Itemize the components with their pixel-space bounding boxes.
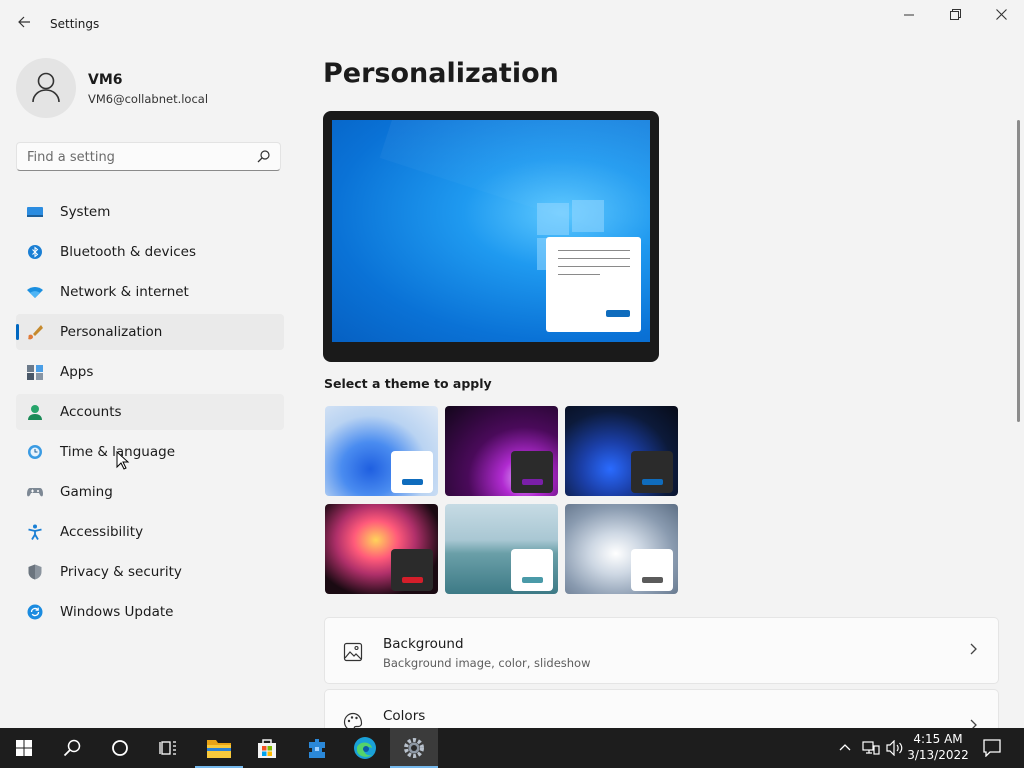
maximize-button[interactable] bbox=[932, 4, 978, 28]
desktop-preview bbox=[332, 120, 650, 342]
sidebar-item-windows-update[interactable]: Windows Update bbox=[16, 594, 284, 630]
start-button[interactable] bbox=[0, 728, 48, 768]
azure-devops-button[interactable] bbox=[293, 728, 341, 768]
avatar bbox=[16, 58, 76, 118]
system-clock[interactable]: 4:15 AM 3/13/2022 bbox=[900, 731, 976, 763]
sidebar-item-apps[interactable]: Apps bbox=[16, 354, 284, 390]
windows-start-icon bbox=[16, 740, 32, 756]
card-title: Colors bbox=[383, 708, 426, 724]
search-input[interactable] bbox=[27, 148, 247, 166]
card-subtitle: Background image, color, slideshow bbox=[383, 656, 591, 670]
system-icon bbox=[27, 207, 43, 217]
scrollbar[interactable] bbox=[1017, 120, 1020, 422]
time-language-icon bbox=[28, 445, 42, 459]
task-view-icon bbox=[159, 741, 176, 755]
theme-thumbnail-flow[interactable] bbox=[565, 504, 678, 594]
edge-browser-button[interactable] bbox=[341, 728, 389, 768]
notification-icon[interactable] bbox=[983, 739, 1001, 757]
theme-thumbnail-dark-bloom[interactable] bbox=[565, 406, 678, 496]
selected-indicator bbox=[16, 324, 19, 340]
settings-taskbar-button[interactable] bbox=[390, 728, 438, 768]
search-icon[interactable] bbox=[257, 150, 270, 163]
theme-gallery bbox=[325, 406, 685, 596]
accessibility-icon bbox=[28, 524, 42, 540]
theme-preview bbox=[323, 111, 659, 362]
sidebar-item-gaming[interactable]: Gaming bbox=[16, 474, 284, 510]
profile-name: VM6 bbox=[88, 72, 123, 88]
wifi-icon bbox=[27, 287, 43, 298]
theme-thumbnail-glow[interactable] bbox=[445, 406, 558, 496]
sidebar-nav: System Bluetooth & devices Network & int… bbox=[16, 194, 284, 634]
minimize-button[interactable] bbox=[886, 4, 932, 28]
search-icon bbox=[63, 739, 81, 757]
apps-icon bbox=[27, 365, 43, 380]
update-icon bbox=[27, 604, 43, 620]
network-icon[interactable] bbox=[862, 740, 880, 756]
bluetooth-icon bbox=[28, 245, 42, 259]
palette-icon bbox=[343, 712, 363, 728]
gamepad-icon bbox=[27, 488, 43, 497]
cortana-icon bbox=[112, 740, 128, 756]
chevron-up-icon[interactable] bbox=[838, 741, 852, 755]
app-title: Settings bbox=[50, 17, 100, 31]
profile-email: VM6@collabnet.local bbox=[88, 92, 209, 106]
clock-date: 3/13/2022 bbox=[907, 748, 969, 762]
clock-time: 4:15 AM bbox=[913, 732, 963, 746]
brush-icon bbox=[28, 325, 43, 340]
sidebar-item-privacy-security[interactable]: Privacy & security bbox=[16, 554, 284, 590]
colors-settings-card[interactable]: Colors bbox=[324, 689, 999, 728]
microsoft-store-button[interactable] bbox=[243, 728, 291, 768]
chevron-right-icon bbox=[970, 643, 977, 655]
page-title: Personalization bbox=[323, 58, 559, 89]
gear-icon bbox=[404, 738, 424, 758]
search-box[interactable] bbox=[16, 142, 281, 171]
chevron-right-icon bbox=[970, 719, 977, 728]
store-icon bbox=[258, 739, 276, 758]
shield-icon bbox=[28, 564, 42, 580]
sidebar-item-time-language[interactable]: Time & language bbox=[16, 434, 284, 470]
card-title: Background bbox=[383, 636, 464, 652]
user-icon bbox=[32, 72, 60, 103]
folder-icon bbox=[207, 740, 231, 758]
close-button[interactable] bbox=[978, 4, 1024, 28]
back-arrow-icon[interactable] bbox=[14, 12, 34, 36]
preview-window bbox=[546, 237, 641, 332]
sidebar-item-personalization[interactable]: Personalization bbox=[16, 314, 284, 350]
taskbar: 4:15 AM 3/13/2022 bbox=[0, 728, 1024, 768]
sidebar-item-system[interactable]: System bbox=[16, 194, 284, 230]
theme-section-label: Select a theme to apply bbox=[324, 376, 492, 391]
mouse-cursor-icon bbox=[116, 451, 130, 470]
cortana-button[interactable] bbox=[96, 728, 144, 768]
sidebar-item-network[interactable]: Network & internet bbox=[16, 274, 284, 310]
task-view-button[interactable] bbox=[144, 728, 192, 768]
sidebar-item-accessibility[interactable]: Accessibility bbox=[16, 514, 284, 550]
edge-icon bbox=[354, 737, 376, 759]
title-bar: Settings bbox=[0, 0, 1024, 48]
sidebar-item-bluetooth[interactable]: Bluetooth & devices bbox=[16, 234, 284, 270]
accounts-icon bbox=[28, 405, 42, 420]
theme-thumbnail-light-bloom[interactable] bbox=[325, 406, 438, 496]
background-settings-card[interactable]: Background Background image, color, slid… bbox=[324, 617, 999, 684]
file-explorer-button[interactable] bbox=[195, 728, 243, 768]
sidebar-item-accounts[interactable]: Accounts bbox=[16, 394, 284, 430]
taskbar-search-button[interactable] bbox=[48, 728, 96, 768]
puzzle-icon bbox=[309, 739, 325, 758]
theme-thumbnail-captured-motion[interactable] bbox=[325, 504, 438, 594]
theme-thumbnail-sunrise[interactable] bbox=[445, 504, 558, 594]
image-icon bbox=[343, 642, 363, 662]
